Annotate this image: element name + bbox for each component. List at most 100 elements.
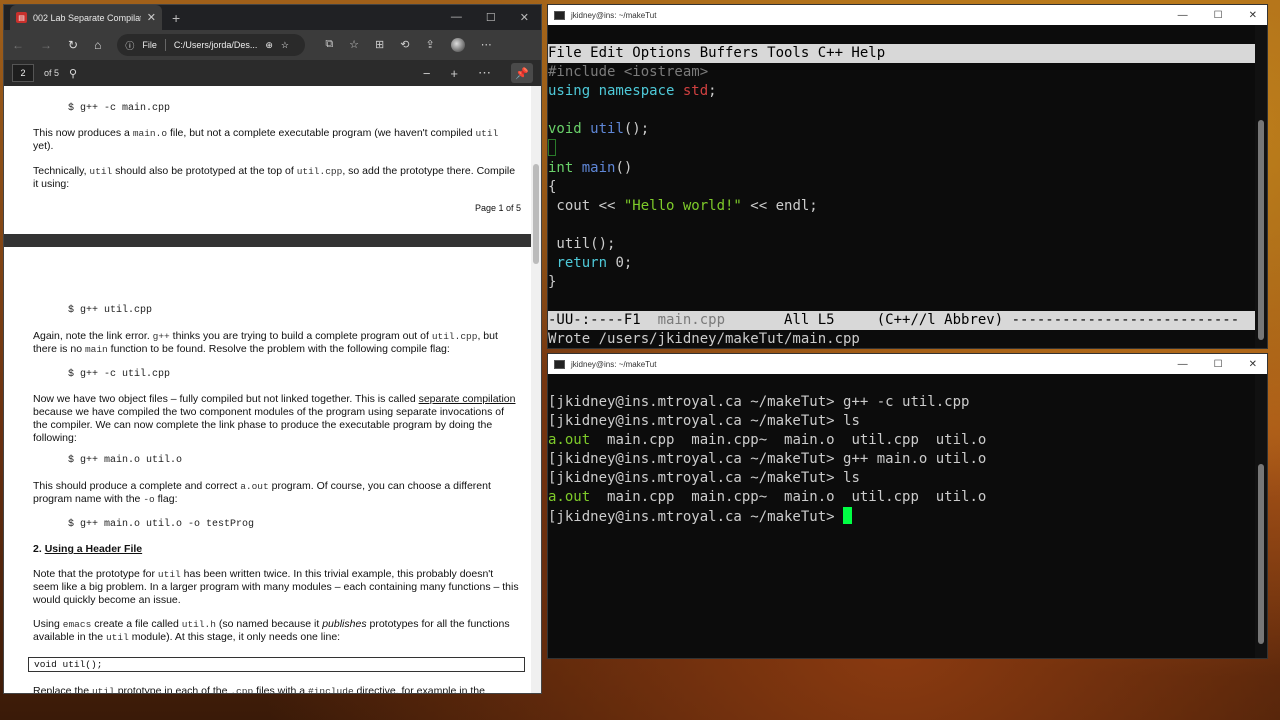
scrollbar-thumb[interactable] [533, 164, 539, 264]
code-line: $ g++ main.o util.o -o testProg [68, 519, 255, 530]
minimize-icon[interactable]: — [1178, 10, 1188, 21]
zoom-in-icon[interactable]: + [450, 66, 458, 81]
terminal-scrollbar[interactable] [1255, 25, 1267, 348]
pdf-toolbar-right: − + ⋯ 📌 [423, 63, 533, 83]
shell-line: [jkidney@ins.mtroyal.ca ~/makeTut> g++ m… [548, 451, 987, 467]
terminal-scrollbar[interactable] [1255, 374, 1267, 658]
more-icon[interactable]: ⋯ [481, 38, 492, 52]
maximize-icon[interactable]: ☐ [1214, 359, 1223, 370]
code-line: int main() [548, 160, 633, 176]
more-options-icon[interactable]: ⋯ [478, 65, 491, 81]
maximize-icon[interactable]: ☐ [1214, 10, 1223, 21]
search-icon[interactable]: ⚲ [69, 67, 77, 80]
code-line: } [548, 274, 557, 290]
separate-compilation-link[interactable]: separate compilation [419, 393, 516, 405]
shell-line: [jkidney@ins.mtroyal.ca ~/makeTut> [548, 507, 1255, 527]
new-tab-button[interactable]: + [172, 10, 180, 26]
code-line: $ g++ -c main.cpp [68, 103, 171, 114]
browser-tab[interactable]: ▤ 002 Lab Separate Compilation.p ✕ [10, 5, 162, 30]
emacs-buffer[interactable]: File Edit Options Buffers Tools C++ Help… [548, 25, 1255, 348]
code-line [548, 139, 1255, 159]
terminal-titlebar: jkidney@ins: ~/makeTut — ☐ ✕ [548, 354, 1267, 374]
address-prefix: File [142, 40, 157, 50]
code-line: void util(); [548, 121, 650, 137]
pin-toolbar-icon[interactable]: 📌 [511, 63, 533, 83]
profile-avatar[interactable] [450, 38, 465, 52]
pdf-scrollbar[interactable] [531, 86, 541, 693]
code-line: using namespace std; [548, 83, 717, 99]
terminal-icon [554, 10, 565, 20]
window-controls: — ☐ ✕ [451, 11, 541, 24]
emacs-cursor [548, 139, 556, 156]
section-heading: 2. Using a Header File [33, 543, 143, 555]
shell-line: a.out main.cpp main.cpp~ main.o util.cpp… [548, 489, 987, 505]
window-controls: — ☐ ✕ [1178, 10, 1261, 21]
code-line: $ g++ util.cpp [68, 305, 153, 316]
scrollbar-thumb[interactable] [1258, 464, 1264, 644]
code-line: #include <iostream> [548, 64, 709, 80]
code-box: void util(); [28, 657, 525, 672]
maximize-icon[interactable]: ☐ [486, 11, 496, 24]
info-icon[interactable]: ⓘ [125, 39, 134, 52]
address-text: C:/Users/jorda/Des... [173, 40, 258, 50]
paragraph: Now we have two object files – fully com… [33, 393, 516, 444]
close-tab-icon[interactable]: ✕ [147, 11, 156, 24]
minimize-icon[interactable]: — [451, 11, 462, 24]
browser-tab-bar: ▤ 002 Lab Separate Compilation.p ✕ + — ☐… [4, 5, 541, 30]
window-title: jkidney@ins: ~/makeTut [571, 10, 657, 20]
back-icon[interactable]: ← [12, 38, 24, 52]
terminal-cursor [843, 507, 853, 524]
shell-line: [jkidney@ins.mtroyal.ca ~/makeTut> g++ -… [548, 394, 970, 410]
close-window-icon[interactable]: ✕ [1249, 359, 1257, 370]
browser-toolbar-icons: ⧉ ☆ ⊞ ⟲ ⇪ ⋯ [325, 38, 492, 52]
refresh-icon[interactable]: ↻ [68, 38, 78, 52]
paragraph: Note that the prototype for util has bee… [33, 568, 519, 606]
terminal-titlebar: jkidney@ins: ~/makeTut — ☐ ✕ [548, 5, 1267, 25]
tab-title: 002 Lab Separate Compilation.p [33, 12, 141, 23]
shell-terminal-window: jkidney@ins: ~/makeTut — ☐ ✕ [jkidney@in… [547, 353, 1268, 659]
shell-output[interactable]: [jkidney@ins.mtroyal.ca ~/makeTut> g++ -… [548, 374, 1255, 658]
zoom-out-icon[interactable]: − [423, 66, 431, 81]
code-line: cout << "Hello world!" << endl; [548, 198, 818, 214]
browser-nav-bar: ← → ↻ ⌂ ⓘ File C:/Users/jorda/Des... ⊕ ☆… [4, 30, 541, 60]
code-line: return 0; [556, 255, 633, 271]
favorites-icon[interactable]: ☆ [349, 38, 359, 52]
code-line: { [548, 179, 557, 195]
paragraph: Again, note the link error. g++ thinks y… [33, 330, 498, 355]
emacs-echo-area: Wrote /users/jkidney/makeTut/main.cpp [548, 331, 860, 347]
shell-line: [jkidney@ins.mtroyal.ca ~/makeTut> ls [548, 470, 860, 486]
emacs-terminal-window: jkidney@ins: ~/makeTut — ☐ ✕ File Edit O… [547, 4, 1268, 349]
code-line: $ g++ -c util.cpp [68, 369, 171, 380]
minimize-icon[interactable]: — [1178, 359, 1188, 370]
page-number-input[interactable]: 2 [12, 64, 34, 82]
paragraph: This now produces a main.o file, but not… [33, 127, 499, 152]
page-separator [4, 234, 533, 247]
close-window-icon[interactable]: ✕ [520, 11, 529, 24]
emacs-modeline: -UU-:----F1 main.cpp All L5 (C++//l Abbr… [548, 311, 1255, 330]
paragraph: Technically, util should also be prototy… [33, 165, 516, 190]
close-window-icon[interactable]: ✕ [1249, 10, 1257, 21]
window-title: jkidney@ins: ~/makeTut [571, 359, 657, 369]
window-controls: — ☐ ✕ [1178, 359, 1261, 370]
share-icon[interactable]: ⇪ [425, 38, 434, 52]
paragraph: This should produce a complete and corre… [33, 480, 491, 505]
collections-icon[interactable]: ⊞ [375, 38, 384, 52]
forward-icon[interactable]: → [40, 38, 52, 52]
shell-line: [jkidney@ins.mtroyal.ca ~/makeTut> ls [548, 413, 860, 429]
favorite-add-icon[interactable]: ☆ [281, 40, 289, 51]
pdf-icon: ▤ [16, 12, 27, 23]
address-bar[interactable]: ⓘ File C:/Users/jorda/Des... ⊕ ☆ [117, 34, 306, 56]
paragraph: Using emacs create a file called util.h … [33, 618, 510, 643]
pdf-toolbar: 2 of 5 ⚲ − + ⋯ 📌 [4, 60, 541, 86]
zoom-icon[interactable]: ⊕ [265, 40, 273, 51]
emacs-menubar[interactable]: File Edit Options Buffers Tools C++ Help [548, 44, 1255, 63]
page-footer: Page 1 of 5 [474, 203, 521, 213]
history-icon[interactable]: ⟲ [400, 38, 409, 52]
home-icon[interactable]: ⌂ [94, 38, 101, 52]
scrollbar-thumb[interactable] [1258, 120, 1264, 340]
address-divider [164, 39, 166, 51]
extensions-icon[interactable]: ⧉ [325, 38, 333, 52]
paragraph: Replace the util prototype in each of th… [33, 685, 485, 694]
